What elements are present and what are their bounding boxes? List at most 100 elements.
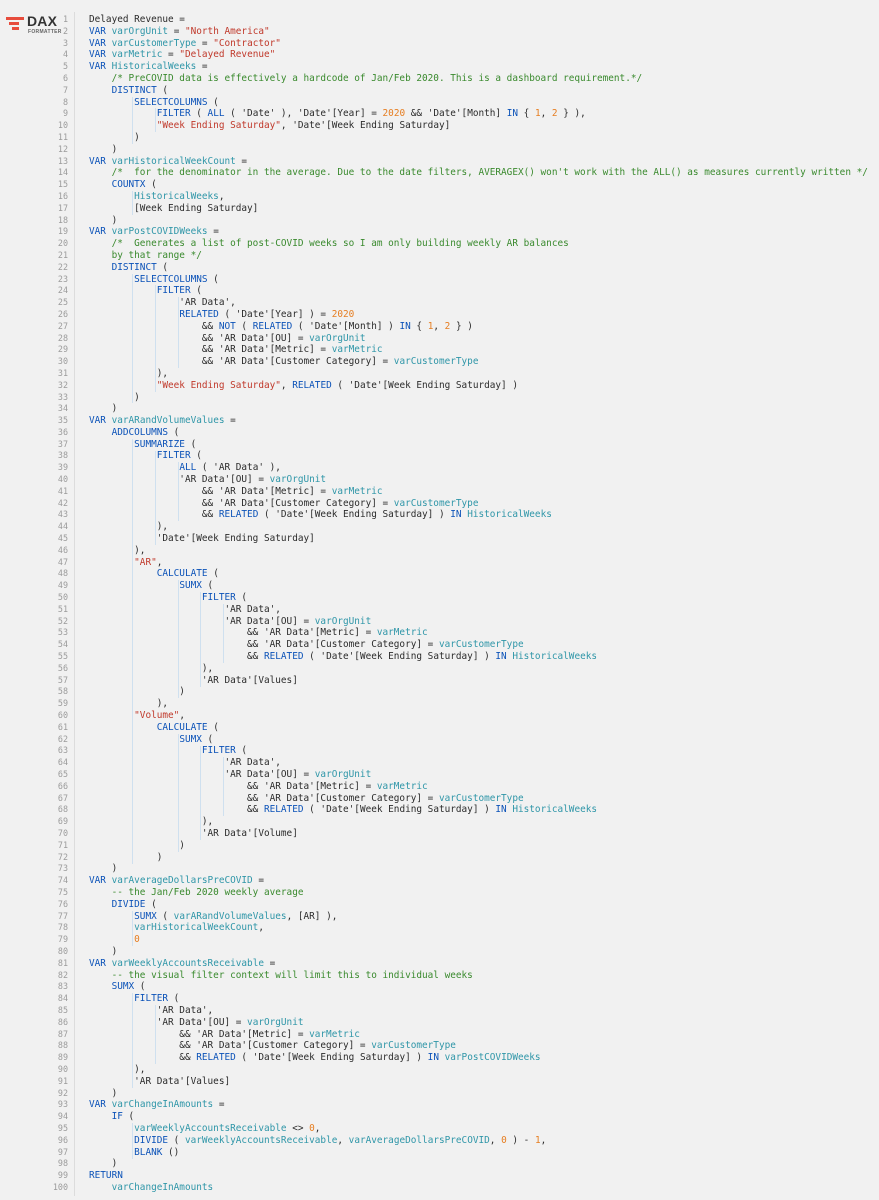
line-number: 23 (57, 273, 68, 284)
code-text: ) (89, 1158, 118, 1170)
code-text: SUMX ( (179, 580, 214, 592)
code-text: VAR varAverageDollarsPreCOVID = (89, 875, 264, 887)
line-number: 11 (57, 131, 68, 142)
code-text: 'AR Data'[Values] (89, 674, 298, 686)
keyword-token: SELECTCOLUMNS (134, 273, 208, 285)
code-text: ), (89, 698, 169, 710)
variable-token: varMetric (111, 49, 163, 61)
keyword-token: RETURN (89, 1170, 123, 1182)
code-text: VAR varWeeklyAccountsReceivable = (89, 957, 276, 969)
line-number: 70 (57, 827, 68, 838)
variable-token: varCustomerType (393, 356, 479, 368)
code-text: VAR HistoricalWeeks = (89, 61, 208, 73)
line-number: 35 (57, 415, 68, 426)
keyword-token: BLANK (134, 1146, 163, 1158)
line-number: 5 (62, 61, 68, 72)
keyword-token: VAR (89, 25, 106, 37)
code-text: && NOT ( RELATED ( 'Date'[Month] ) IN { … (89, 320, 473, 332)
variable-token: varCustomerType (438, 792, 524, 804)
line-number: 99 (57, 1170, 68, 1181)
code-text: DISTINCT ( (111, 84, 169, 96)
variable-token: HistoricalWeeks (512, 651, 598, 663)
line-number: 14 (57, 167, 68, 178)
line-number: 100 (52, 1181, 68, 1192)
code-text: FILTER ( (134, 993, 180, 1005)
code-text: SELECTCOLUMNS ( (134, 96, 219, 108)
variable-token: varPostCOVIDWeeks (111, 226, 208, 238)
line-number: 53 (57, 627, 68, 638)
keyword-token: SUMMARIZE (134, 438, 185, 450)
code-text: 'AR Data'[Values] (89, 1075, 231, 1087)
keyword-token: ALL (207, 108, 225, 120)
gutter-separator (74, 12, 75, 1196)
line-number: 56 (57, 662, 68, 673)
keyword-token: VAR (89, 155, 106, 167)
line-number: 20 (57, 238, 68, 249)
code-text: FILTER ( (156, 450, 202, 462)
code-text: && RELATED ( 'Date'[Week Ending Saturday… (89, 1052, 541, 1064)
keyword-token: FILTER (201, 592, 236, 604)
line-number: 2 (62, 25, 68, 36)
line-number: 66 (57, 780, 68, 791)
variable-token: varMetric (331, 485, 383, 497)
line-number: 90 (57, 1063, 68, 1074)
line-number: 42 (57, 497, 68, 508)
number-token: 1 (427, 320, 434, 332)
line-number: 62 (57, 733, 68, 744)
code-text: COUNTX ( (111, 179, 157, 191)
variable-token: varHistoricalWeekCount (111, 155, 236, 167)
variable-token: varMetric (309, 1028, 360, 1040)
line-number: 48 (57, 568, 68, 579)
line-number: 36 (57, 426, 68, 437)
code-text: "Week Ending Saturday", RELATED ( 'Date'… (156, 379, 518, 391)
code-text: 'AR Data', (89, 757, 281, 769)
keyword-token: RELATED (252, 320, 293, 332)
line-number: 3 (62, 37, 68, 48)
keyword-token: DIVIDE (111, 898, 146, 910)
line-number: 49 (57, 580, 68, 591)
line-number: 10 (57, 120, 68, 131)
line-number: 97 (57, 1146, 68, 1157)
code-text: 'AR Data'[OU] = varOrgUnit (89, 1016, 304, 1028)
line-number: 98 (57, 1158, 68, 1169)
line-number: 39 (57, 462, 68, 473)
line-number: 77 (57, 910, 68, 921)
code-text: && 'AR Data'[Metric] = varMetric (89, 780, 428, 792)
code-text: 'AR Data', (89, 1004, 214, 1016)
code-text: ) (89, 686, 185, 698)
line-number: 50 (57, 592, 68, 603)
code-text: /* PreCOVID data is effectively a hardco… (89, 73, 643, 85)
variable-token: varOrgUnit (269, 474, 327, 486)
code-text: SUMX ( varARandVolumeValues, [AR] ), (134, 910, 338, 922)
code-text: ADDCOLUMNS ( (111, 426, 180, 438)
variable-token: varWeeklyAccountsReceivable (134, 1122, 287, 1134)
variable-token: varAverageDollarsPreCOVID (348, 1134, 490, 1146)
keyword-token: NOT (218, 320, 236, 332)
variable-token: varWeeklyAccountsReceivable (111, 957, 264, 969)
variable-token: varChangeInAmounts (111, 1181, 214, 1193)
keyword-token: RELATED (218, 509, 259, 521)
code-text: && 'AR Data'[Customer Category] = varCus… (89, 356, 479, 368)
line-number: 54 (57, 639, 68, 650)
string-token: "Volume" (134, 710, 180, 722)
code-text: 'AR Data'[OU] = varOrgUnit (89, 769, 372, 780)
code-text: FILTER ( (201, 745, 248, 757)
code-text: DISTINCT ( (111, 261, 169, 273)
comment-token: -- the Jan/Feb 2020 weekly average (111, 886, 304, 898)
code-text: Delayed Revenue = (89, 14, 185, 25)
code-text: varWeeklyAccountsReceivable <> 0, (134, 1122, 321, 1134)
line-number: 33 (57, 391, 68, 402)
code-text: ), (89, 662, 214, 674)
keyword-token: FILTER (156, 450, 191, 462)
variable-token: varWeeklyAccountsReceivable (184, 1134, 338, 1146)
code-text: IF ( (111, 1111, 135, 1123)
line-number: 89 (57, 1052, 68, 1063)
line-number: 22 (57, 261, 68, 272)
code-text: /* for the denominator in the average. D… (89, 167, 868, 179)
code-text: /* Generates a list of post-COVID weeks … (89, 238, 569, 250)
line-number: 13 (57, 155, 68, 166)
code-text: ) (89, 143, 118, 155)
line-number: 40 (57, 474, 68, 485)
code-text: ), (89, 816, 214, 828)
line-number: 95 (57, 1122, 68, 1133)
